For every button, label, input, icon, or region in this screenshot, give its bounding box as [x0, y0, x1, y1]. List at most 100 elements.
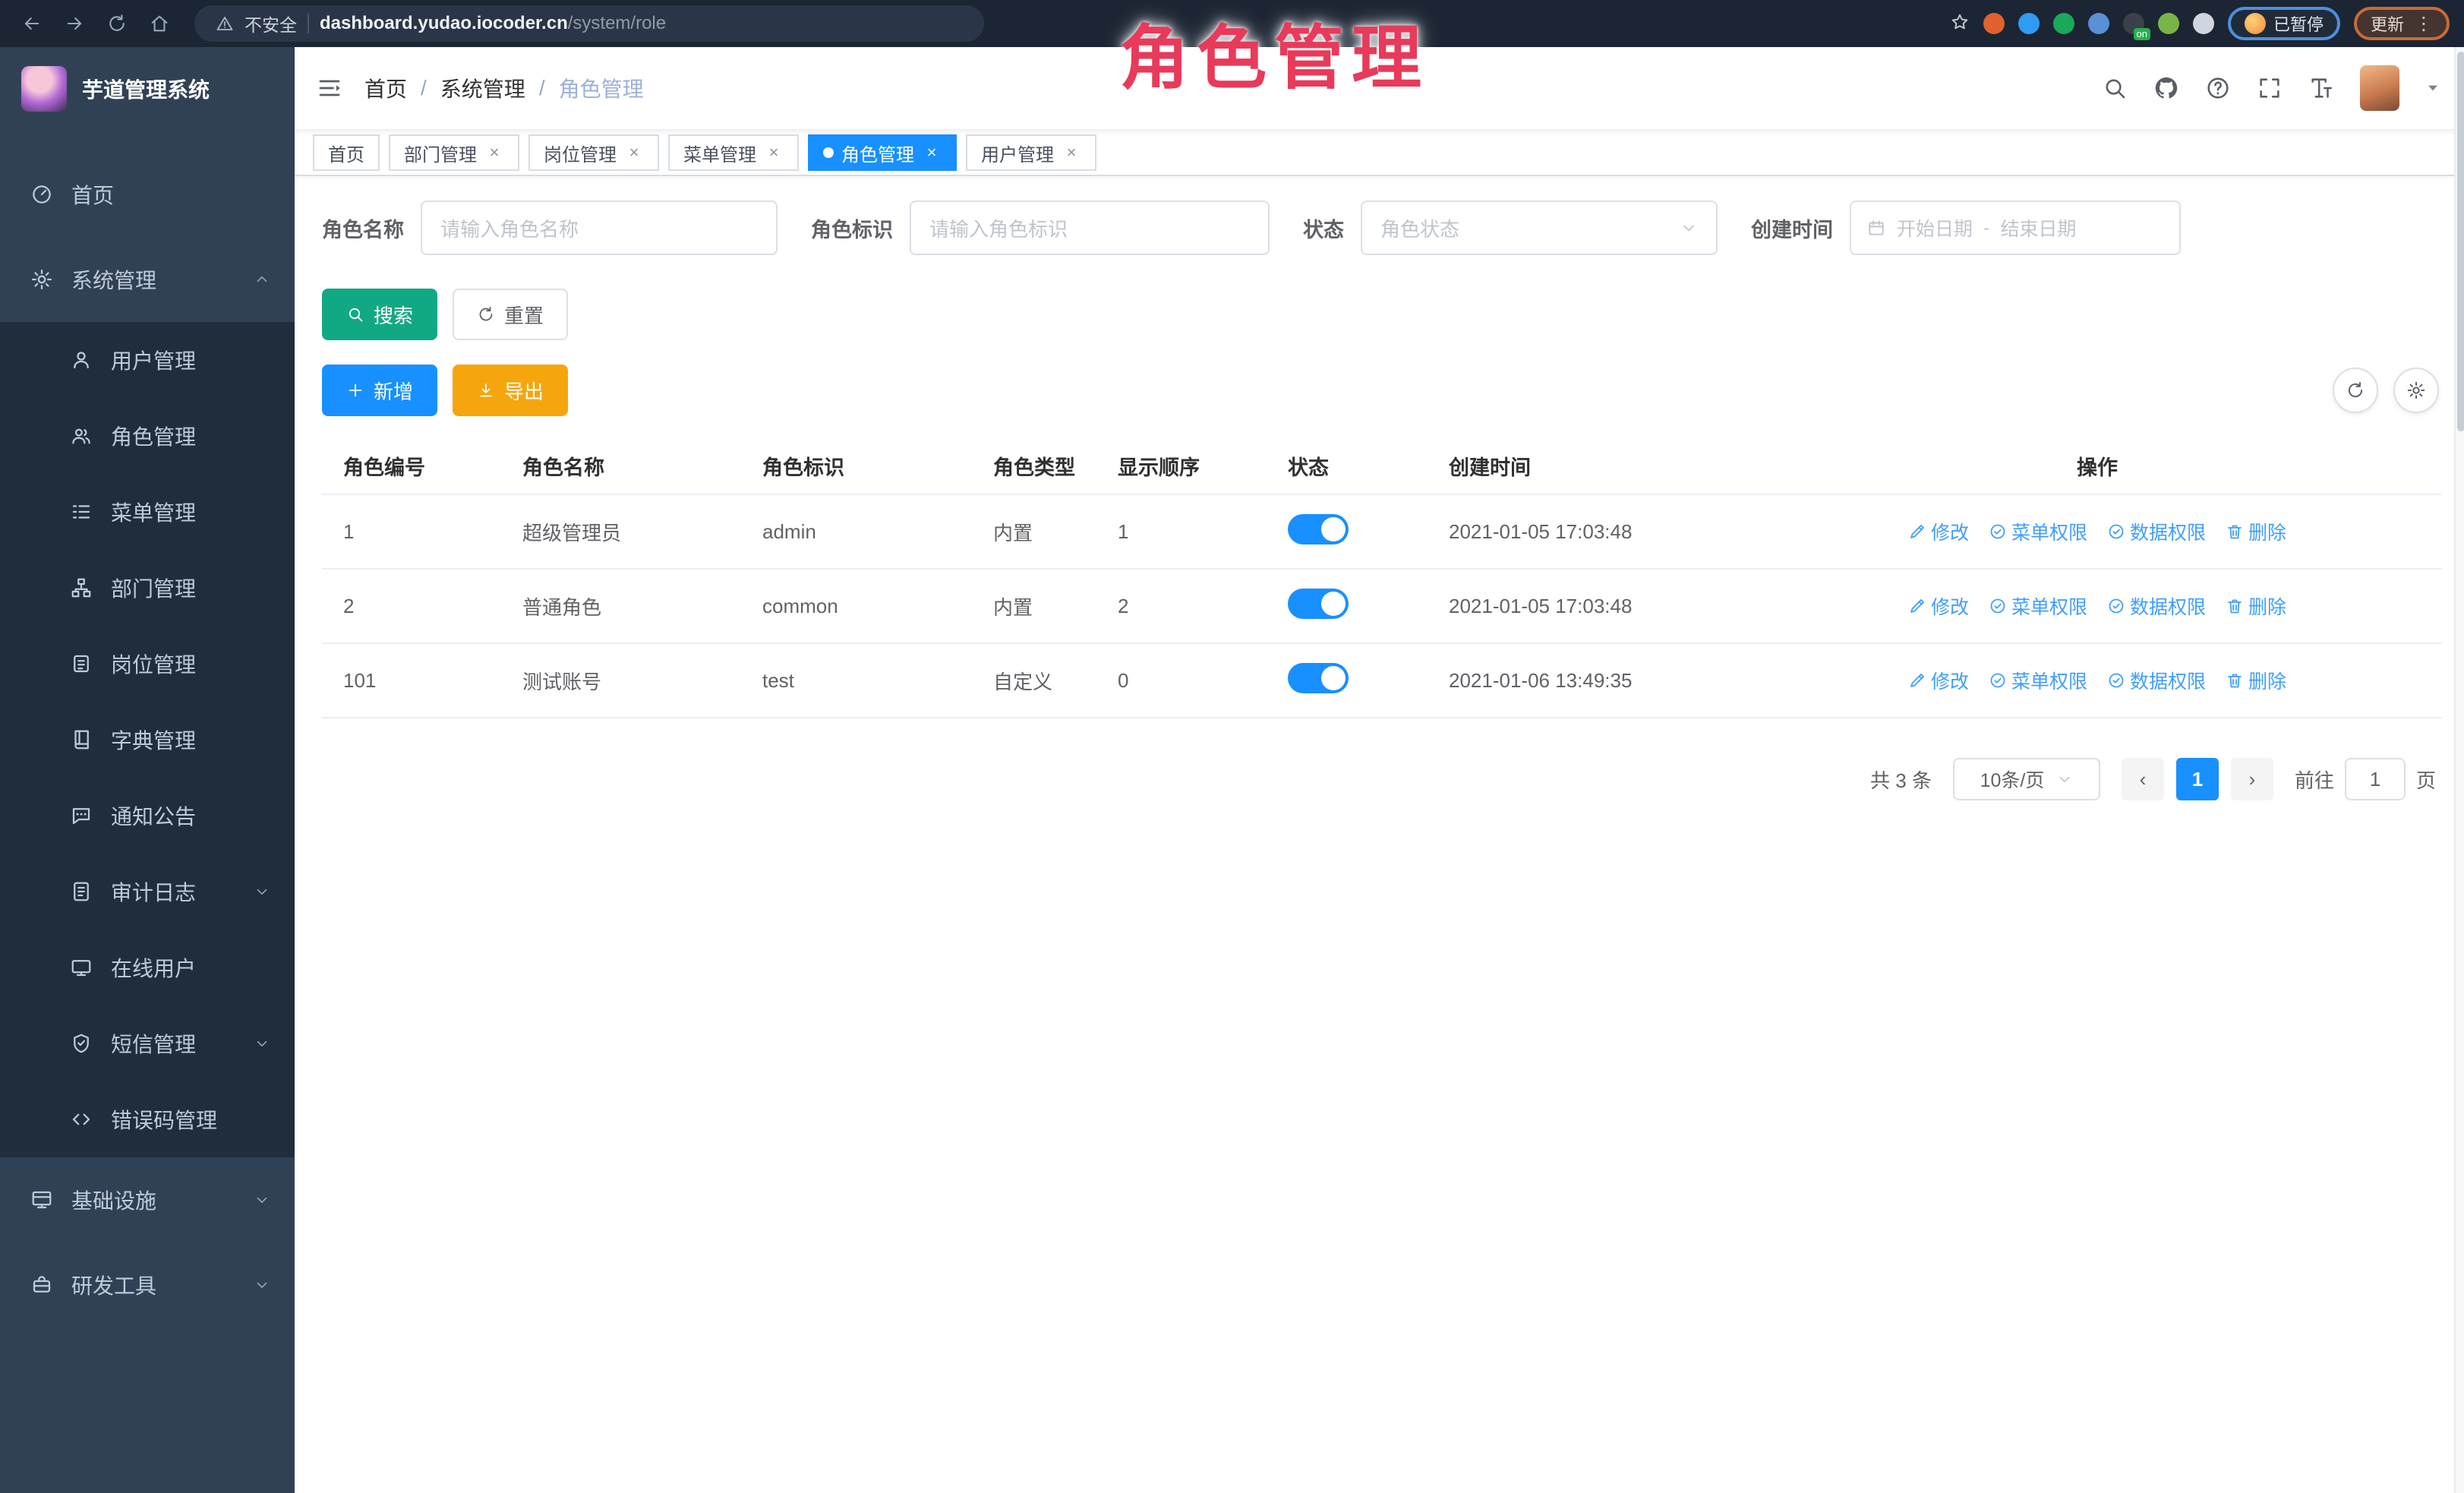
column-settings-button[interactable]	[2393, 368, 2439, 413]
edit-role-link[interactable]: 修改	[1908, 667, 1969, 694]
fullscreen-icon[interactable]	[2257, 75, 2283, 101]
sidebar-item-departments[interactable]: 部门管理	[0, 550, 295, 626]
data-permission-link[interactable]: 数据权限	[2107, 592, 2206, 620]
delete-role-link[interactable]: 删除	[2226, 518, 2286, 545]
green-plant-extension-icon[interactable]	[2158, 13, 2179, 34]
bookmark-star-icon[interactable]	[1950, 10, 1970, 38]
sidebar-item-notice[interactable]: 通知公告	[0, 778, 295, 854]
sidebar-item-roles[interactable]: 角色管理	[0, 398, 295, 474]
sidebar-item-infrastructure[interactable]: 基础设施	[0, 1157, 295, 1242]
breadcrumb-home[interactable]: 首页	[364, 73, 407, 103]
cell-role-id: 101	[322, 669, 501, 693]
blue-gem-extension-icon[interactable]	[2018, 13, 2040, 34]
tab-label: 角色管理	[841, 140, 914, 166]
tab-users[interactable]: 用户管理 ×	[966, 134, 1096, 171]
dark-extension-icon[interactable]: on	[2123, 13, 2144, 34]
green-circle-extension-icon[interactable]	[2053, 13, 2074, 34]
refresh-table-button[interactable]	[2333, 368, 2378, 413]
col-header-status: 状态	[1267, 451, 1428, 481]
scrollbar-thumb[interactable]	[2457, 52, 2464, 431]
page-size-select[interactable]: 10条/页	[1953, 758, 2100, 800]
sidebar-item-home[interactable]: 首页	[0, 152, 295, 237]
breadcrumb-system[interactable]: 系统管理	[440, 73, 525, 103]
tab-posts[interactable]: 岗位管理 ×	[528, 134, 659, 171]
blue-split-extension-icon[interactable]	[2088, 13, 2109, 34]
status-toggle[interactable]	[1288, 514, 1349, 544]
col-header-create-time: 创建时间	[1428, 451, 1746, 481]
browser-update-button[interactable]: 更新 ⋮	[2354, 7, 2450, 40]
goto-page-input[interactable]	[2345, 758, 2406, 800]
export-button[interactable]: 导出	[453, 365, 568, 416]
sidebar-item-label: 部门管理	[111, 573, 196, 603]
orange-extension-icon[interactable]	[1983, 13, 2005, 34]
url-divider	[308, 14, 309, 33]
table-row: 101 测试账号 test 自定义 0 2021-01-06 13:49:35 …	[322, 644, 2442, 718]
audit-log-icon	[74, 883, 88, 901]
status-select[interactable]: 角色状态	[1361, 200, 1718, 255]
close-icon[interactable]: ×	[922, 143, 942, 163]
sidebar-item-sms[interactable]: 短信管理	[0, 1005, 295, 1081]
prev-page-button[interactable]: ‹	[2122, 758, 2164, 800]
chevron-down-icon	[254, 1192, 270, 1208]
user-avatar[interactable]	[2360, 65, 2399, 111]
sidebar-item-menus[interactable]: 菜单管理	[0, 474, 295, 550]
close-icon[interactable]: ×	[1062, 143, 1081, 163]
tab-home[interactable]: 首页	[313, 134, 380, 171]
close-icon[interactable]: ×	[764, 143, 784, 163]
browser-reload-button[interactable]	[100, 7, 134, 40]
sidebar-item-audit-log[interactable]: 审计日志	[0, 854, 295, 930]
address-bar[interactable]: 不安全 dashboard.yudao.iocoder.cn/system/ro…	[194, 5, 984, 42]
edit-role-link[interactable]: 修改	[1908, 518, 1969, 545]
profile-paused-pill[interactable]: 已暂停	[2228, 7, 2340, 40]
delete-role-link[interactable]: 删除	[2226, 667, 2286, 694]
sidebar-item-system[interactable]: 系统管理	[0, 237, 295, 322]
font-size-icon[interactable]	[2308, 75, 2334, 101]
range-separator: -	[1983, 217, 1989, 239]
sidebar-item-label: 通知公告	[111, 800, 196, 831]
help-icon[interactable]	[2205, 75, 2231, 101]
sidebar-item-posts[interactable]: 岗位管理	[0, 626, 295, 702]
page-scrollbar[interactable]	[2454, 47, 2464, 1493]
browser-toolbar-right: on 已暂停 更新 ⋮	[1950, 7, 2450, 40]
search-icon[interactable]	[2102, 75, 2128, 101]
status-toggle[interactable]	[1288, 663, 1349, 693]
sidebar-item-error-codes[interactable]: 错误码管理	[0, 1081, 295, 1157]
hamburger-icon[interactable]	[316, 74, 343, 102]
tab-departments[interactable]: 部门管理 ×	[389, 134, 519, 171]
table-row: 2 普通角色 common 内置 2 2021-01-05 17:03:48 修…	[322, 570, 2442, 644]
sidebar-item-label: 字典管理	[111, 724, 196, 755]
delete-role-link[interactable]: 删除	[2226, 592, 2286, 620]
sidebar-item-dict[interactable]: 字典管理	[0, 702, 295, 778]
menu-permission-link[interactable]: 菜单权限	[1989, 667, 2087, 694]
next-page-button[interactable]: ›	[2231, 758, 2273, 800]
github-icon[interactable]	[2153, 75, 2179, 101]
reset-button[interactable]: 重置	[453, 289, 568, 340]
sidebar-item-users[interactable]: 用户管理	[0, 322, 295, 398]
close-icon[interactable]: ×	[624, 143, 644, 163]
tab-label: 用户管理	[981, 140, 1054, 166]
add-role-button[interactable]: 新增	[322, 365, 437, 416]
search-button[interactable]: 搜索	[322, 289, 437, 340]
data-permission-link[interactable]: 数据权限	[2107, 518, 2206, 545]
role-name-input[interactable]: 请输入角色名称	[421, 200, 778, 255]
role-key-input[interactable]: 请输入角色标识	[910, 200, 1270, 255]
close-icon[interactable]: ×	[484, 143, 504, 163]
tab-menus[interactable]: 菜单管理 ×	[668, 134, 799, 171]
page-1-button[interactable]: 1	[2176, 758, 2219, 800]
sidebar-item-dev-tools[interactable]: 研发工具	[0, 1242, 295, 1327]
tab-roles[interactable]: 角色管理 ×	[808, 134, 957, 171]
menu-permission-link[interactable]: 菜单权限	[1989, 592, 2087, 620]
date-range-picker[interactable]: 开始日期 - 结束日期	[1850, 200, 2181, 255]
edit-role-link[interactable]: 修改	[1908, 592, 1969, 620]
puzzle-extension-icon[interactable]	[2193, 13, 2214, 34]
browser-menu-icon[interactable]: ⋮	[2415, 13, 2433, 35]
browser-back-button[interactable]	[15, 7, 49, 40]
data-permission-link[interactable]: 数据权限	[2107, 667, 2206, 694]
sidebar: 芋道管理系统 首页 系统管理	[0, 47, 295, 1493]
menu-permission-link[interactable]: 菜单权限	[1989, 518, 2087, 545]
caret-down-icon[interactable]	[2425, 80, 2440, 96]
status-toggle[interactable]	[1288, 589, 1349, 619]
sidebar-item-online-users[interactable]: 在线用户	[0, 930, 295, 1005]
browser-forward-button[interactable]	[58, 7, 91, 40]
browser-home-button[interactable]	[143, 7, 176, 40]
